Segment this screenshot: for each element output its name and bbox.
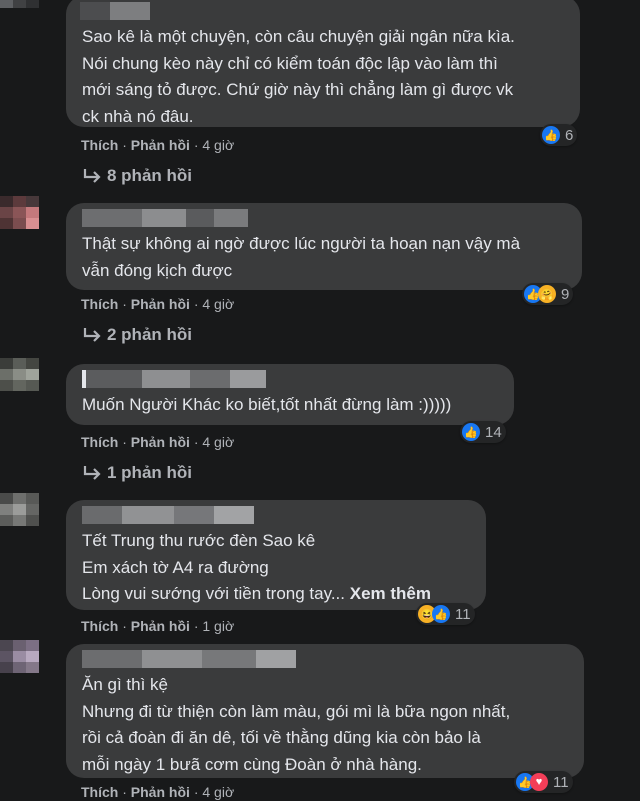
like-link[interactable]: Thích bbox=[81, 296, 118, 312]
replies-count-label: 8 phản hồi bbox=[107, 166, 192, 185]
separator: · bbox=[122, 618, 127, 634]
reply-link[interactable]: Phản hồi bbox=[131, 618, 190, 634]
comment-actions: Thích · Phản hồi · 4 giờ bbox=[81, 434, 234, 450]
like-icon: 👍 bbox=[462, 423, 480, 441]
see-more-link[interactable]: Xem thêm bbox=[350, 584, 431, 603]
separator: · bbox=[122, 137, 127, 153]
love-icon: ♥ bbox=[530, 773, 548, 791]
reaction-summary[interactable]: 😆 👍 11 bbox=[416, 603, 475, 625]
like-link[interactable]: Thích bbox=[81, 137, 118, 153]
separator: · bbox=[193, 434, 199, 450]
reply-arrow-icon bbox=[83, 466, 101, 480]
author-name-blurred[interactable] bbox=[82, 370, 500, 388]
comment-text-line: Nhưng đi từ thiện còn làm màu, gói mì là… bbox=[82, 701, 511, 721]
avatar[interactable] bbox=[0, 196, 52, 240]
reaction-count: 11 bbox=[553, 773, 569, 791]
comment-actions: Thích · Phản hồi · 4 giờ bbox=[81, 137, 234, 153]
comment-text-line: vẫn đóng kịch được bbox=[82, 260, 233, 280]
view-replies-link[interactable]: 8 phản hồi bbox=[81, 166, 192, 186]
like-icon: 👍 bbox=[432, 605, 450, 623]
comment-bubble: Muốn Người Khác ko biết,tốt nhất đừng là… bbox=[66, 364, 514, 425]
like-link[interactable]: Thích bbox=[81, 434, 118, 450]
comment-actions: Thích · Phản hồi · 1 giờ bbox=[81, 618, 234, 634]
replies-count-label: 1 phản hồi bbox=[107, 463, 192, 482]
reply-link[interactable]: Phản hồi bbox=[131, 784, 190, 800]
author-name-blurred[interactable] bbox=[82, 506, 472, 524]
comment-actions: Thích · Phản hồi · 4 giờ bbox=[81, 296, 234, 312]
view-replies-link[interactable]: 2 phản hồi bbox=[81, 325, 192, 345]
reaction-summary[interactable]: 👍 🤗 9 bbox=[522, 283, 574, 305]
comment-text-line: mới sáng tỏ được. Chứ giờ này thì chẳng … bbox=[82, 80, 514, 99]
comment-bubble: Sao kê là một chuyện, còn câu chuyện giả… bbox=[66, 0, 580, 127]
separator: · bbox=[193, 137, 199, 153]
comment-text-line: Sao kê là một chuyện, còn câu chuyện giả… bbox=[82, 27, 515, 46]
like-icon: 👍 bbox=[542, 126, 560, 144]
replies-count-label: 2 phản hồi bbox=[107, 325, 192, 344]
author-name-blurred[interactable] bbox=[80, 2, 566, 20]
separator: · bbox=[193, 296, 199, 312]
reply-arrow-icon bbox=[83, 328, 101, 342]
reaction-count: 6 bbox=[565, 126, 574, 144]
comment-text-line: mỗi ngày 1 bưã cơm cùng Đoàn ở nhà hàng. bbox=[82, 754, 422, 774]
comment-bubble: Ăn gì thì kệ Nhưng đi từ thiện còn làm m… bbox=[66, 644, 584, 778]
separator: · bbox=[122, 784, 127, 800]
comment-text-line: Tết Trung thu rước đèn Sao kê bbox=[82, 531, 316, 550]
like-link[interactable]: Thích bbox=[81, 618, 118, 634]
comment-bubble: Thật sự không ai ngờ được lúc người ta h… bbox=[66, 203, 582, 290]
comment-text-line: rồi cả đoàn đi ăn dê, tối về thằng dũng … bbox=[82, 728, 481, 747]
avatar[interactable] bbox=[0, 640, 52, 684]
avatar[interactable] bbox=[0, 358, 52, 402]
reaction-count: 9 bbox=[561, 285, 570, 303]
reaction-summary[interactable]: 👍 14 bbox=[460, 421, 506, 443]
reply-arrow-icon bbox=[83, 169, 101, 183]
reply-link[interactable]: Phản hồi bbox=[131, 296, 190, 312]
author-name-blurred[interactable] bbox=[82, 650, 570, 668]
timestamp[interactable]: 4 giờ bbox=[202, 784, 234, 800]
reaction-summary[interactable]: 👍 6 bbox=[540, 124, 578, 146]
reaction-count: 14 bbox=[485, 423, 502, 441]
avatar[interactable] bbox=[0, 0, 52, 30]
comment-text-line: Nói chung kèo này chỉ có kiểm toán độc l… bbox=[82, 53, 498, 73]
comment-text-line: Ăn gì thì kệ bbox=[82, 675, 168, 694]
separator: · bbox=[193, 618, 199, 634]
timestamp[interactable]: 4 giờ bbox=[202, 296, 234, 312]
timestamp[interactable]: 4 giờ bbox=[202, 137, 234, 153]
timestamp[interactable]: 4 giờ bbox=[202, 434, 234, 450]
care-icon: 🤗 bbox=[538, 285, 556, 303]
separator: · bbox=[122, 296, 127, 312]
avatar[interactable] bbox=[0, 493, 52, 537]
comment-text-line: Muốn Người Khác ko biết,tốt nhất đừng là… bbox=[82, 395, 452, 414]
comment-text-line: Thật sự không ai ngờ được lúc người ta h… bbox=[82, 234, 521, 253]
reaction-summary[interactable]: 👍 ♥ 11 bbox=[514, 771, 573, 793]
separator: · bbox=[122, 434, 127, 450]
reply-link[interactable]: Phản hồi bbox=[131, 434, 190, 450]
view-replies-link[interactable]: 1 phản hồi bbox=[81, 463, 192, 483]
reply-link[interactable]: Phản hồi bbox=[131, 137, 190, 153]
timestamp[interactable]: 1 giờ bbox=[202, 618, 234, 634]
comment-text-line: Em xách tờ A4 ra đường bbox=[82, 557, 269, 577]
comment-text-line: Lòng vui sướng với tiền trong tay... Xem… bbox=[82, 584, 431, 603]
reaction-count: 11 bbox=[455, 605, 471, 623]
separator: · bbox=[193, 784, 199, 800]
author-name-blurred[interactable] bbox=[82, 209, 568, 227]
like-link[interactable]: Thích bbox=[81, 784, 118, 800]
comment-bubble: Tết Trung thu rước đèn Sao kê Em xách tờ… bbox=[66, 500, 486, 610]
comment-actions: Thích · Phản hồi · 4 giờ bbox=[81, 784, 234, 800]
comment-text-line: ck nhà nó đâu. bbox=[82, 106, 194, 126]
